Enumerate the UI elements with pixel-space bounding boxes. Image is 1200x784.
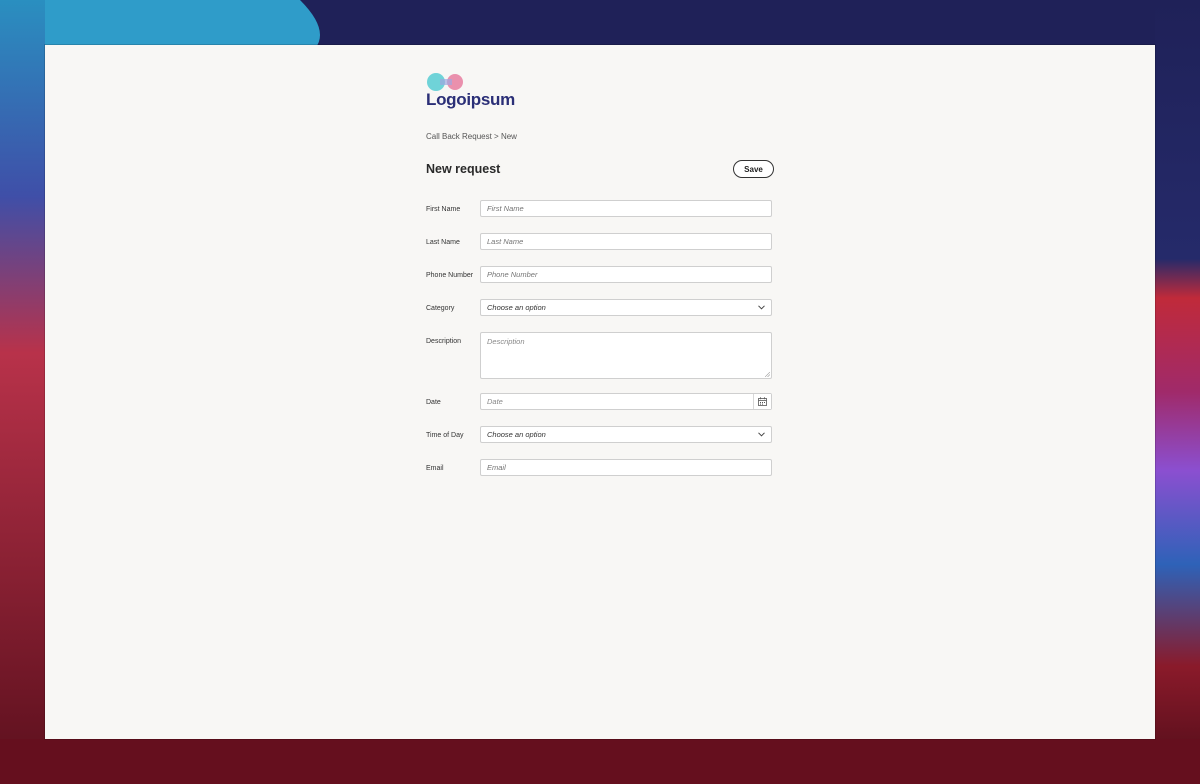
form-row-last-name: Last Name <box>426 233 774 252</box>
first-name-input[interactable] <box>480 200 772 217</box>
time-of-day-selected-value: Choose an option <box>487 430 546 439</box>
form-container: Logoipsum Call Back Request > New New re… <box>426 72 774 492</box>
form-row-first-name: First Name <box>426 200 774 219</box>
logo-mark-icon <box>427 73 463 91</box>
save-button[interactable]: Save <box>733 160 774 178</box>
phone-number-label: Phone Number <box>426 272 474 279</box>
date-label: Date <box>426 399 441 406</box>
first-name-label: First Name <box>426 206 461 213</box>
resize-handle-icon[interactable] <box>765 372 770 377</box>
time-of-day-select[interactable]: Choose an option <box>480 426 772 443</box>
date-picker-button[interactable] <box>753 394 771 409</box>
brand-logo[interactable]: Logoipsum <box>426 72 546 112</box>
chevron-down-icon <box>758 305 765 310</box>
form-row-category: Category Choose an option <box>426 299 774 318</box>
form-row-date: Date Date <box>426 393 774 412</box>
category-selected-value: Choose an option <box>487 303 546 312</box>
description-textarea[interactable]: Description <box>480 332 772 379</box>
category-select[interactable]: Choose an option <box>480 299 772 316</box>
description-placeholder: Description <box>487 337 525 346</box>
logo-text: Logoipsum <box>426 90 515 109</box>
date-placeholder: Date <box>487 397 503 406</box>
time-of-day-label: Time of Day <box>426 432 464 439</box>
description-label: Description <box>426 338 462 345</box>
last-name-input[interactable] <box>480 233 772 250</box>
breadcrumb: Call Back Request > New <box>426 132 774 141</box>
category-label: Category <box>426 305 455 312</box>
email-label: Email <box>426 465 444 472</box>
email-input[interactable] <box>480 459 772 476</box>
form-row-phone-number: Phone Number <box>426 266 774 285</box>
page-title: New request <box>426 162 501 176</box>
form-row-email: Email <box>426 459 774 478</box>
breadcrumb-separator: > <box>494 132 499 141</box>
date-input[interactable]: Date <box>480 393 772 410</box>
breadcrumb-parent[interactable]: Call Back Request <box>426 132 492 141</box>
last-name-label: Last Name <box>426 239 460 246</box>
request-form: First Name Last Name Phone Number Catego… <box>426 200 774 478</box>
page-header: New request Save <box>426 160 774 180</box>
calendar-icon <box>758 397 767 406</box>
phone-number-input[interactable] <box>480 266 772 283</box>
chevron-down-icon <box>758 432 765 437</box>
form-row-time-of-day: Time of Day Choose an option <box>426 426 774 445</box>
app-window: Logoipsum Call Back Request > New New re… <box>45 45 1155 739</box>
form-row-description: Description Description <box>426 332 774 379</box>
breadcrumb-current: New <box>500 132 517 141</box>
